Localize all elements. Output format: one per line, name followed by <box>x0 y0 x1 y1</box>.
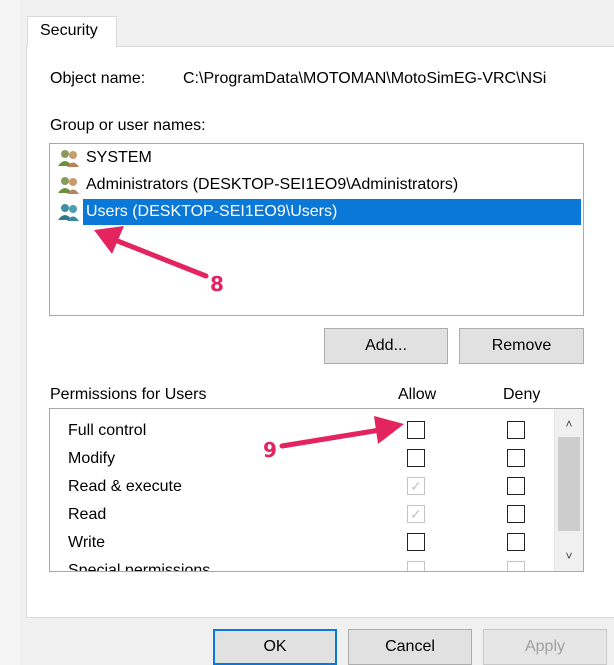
allow-write-checkbox[interactable] <box>407 533 425 551</box>
permission-row-read-execute: Read & execute ✓ <box>50 474 555 502</box>
object-name-label: Object name: <box>50 70 146 87</box>
users-group-icon <box>58 177 79 194</box>
tab-security[interactable]: Security <box>27 16 117 47</box>
allow-read-checkbox[interactable]: ✓ <box>407 505 425 523</box>
check-mark-icon: ✓ <box>410 478 422 494</box>
permission-row-special: Special permissions <box>50 558 555 572</box>
list-item-label: Administrators (DESKTOP-SEI1EO9\Administ… <box>86 176 459 193</box>
permissions-label: Permissions for Users <box>50 386 207 403</box>
deny-write-checkbox[interactable] <box>507 533 525 551</box>
allow-read-execute-checkbox[interactable]: ✓ <box>407 477 425 495</box>
apply-button[interactable]: Apply <box>483 629 607 665</box>
annotation-number-9: 9 <box>263 438 277 462</box>
permission-name: Special permissions <box>68 562 211 572</box>
left-background-strip <box>0 0 20 665</box>
ok-button[interactable]: OK <box>213 629 337 665</box>
deny-modify-checkbox[interactable] <box>507 449 525 467</box>
permissions-scrollbar[interactable]: ˄ ˅ <box>554 409 583 571</box>
deny-read-execute-checkbox[interactable] <box>507 477 525 495</box>
check-mark-icon: ✓ <box>410 506 422 522</box>
permission-name: Modify <box>68 450 116 467</box>
list-item-administrators[interactable]: Administrators (DESKTOP-SEI1EO9\Administ… <box>56 172 583 198</box>
remove-button[interactable]: Remove <box>459 328 584 364</box>
permission-name: Write <box>68 534 106 551</box>
users-group-icon <box>58 204 79 221</box>
allow-special-checkbox[interactable] <box>407 561 425 571</box>
add-button[interactable]: Add... <box>324 328 448 364</box>
deny-column-header: Deny <box>503 386 541 403</box>
permission-name: Read & execute <box>68 478 182 495</box>
users-group-icon <box>58 150 79 167</box>
object-name-value: C:\ProgramData\MOTOMAN\MotoSimEG-VRC\NSi <box>183 70 547 87</box>
allow-column-header: Allow <box>398 386 437 403</box>
permission-name: Full control <box>68 422 147 439</box>
annotation-number-8: 8 <box>210 272 224 296</box>
scroll-down-icon[interactable]: ˅ <box>555 543 583 569</box>
annotation-arrow-8 <box>94 226 209 279</box>
list-item-label: SYSTEM <box>86 149 152 166</box>
scrollbar-thumb[interactable] <box>558 437 580 531</box>
deny-full-control-checkbox[interactable] <box>507 421 525 439</box>
list-item-system[interactable]: SYSTEM <box>56 145 583 171</box>
deny-read-checkbox[interactable] <box>507 505 525 523</box>
deny-special-checkbox[interactable] <box>507 561 525 571</box>
cancel-button[interactable]: Cancel <box>348 629 472 665</box>
permission-name: Read <box>68 506 107 523</box>
group-user-names-label: Group or user names: <box>50 117 206 134</box>
permission-row-read: Read ✓ <box>50 502 555 530</box>
permission-row-write: Write <box>50 530 555 558</box>
scroll-up-icon[interactable]: ˄ <box>555 411 583 437</box>
annotation-arrow-9 <box>279 416 404 449</box>
